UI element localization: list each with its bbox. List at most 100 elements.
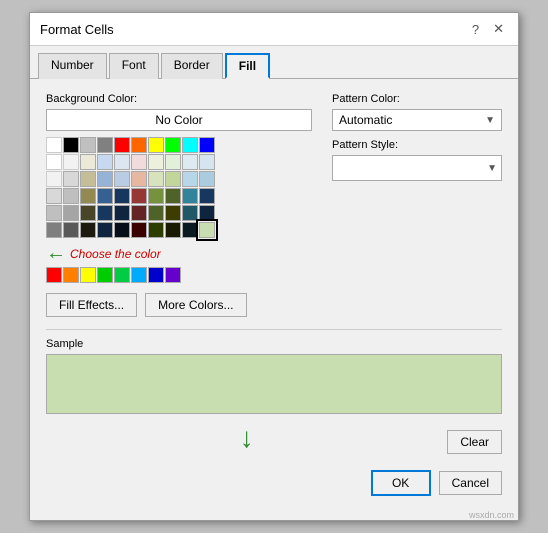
color-cell[interactable] (80, 154, 96, 170)
more-colors-button[interactable]: More Colors... (145, 293, 246, 317)
color-cell[interactable] (182, 188, 198, 204)
format-cells-dialog: Format Cells ? ✕ Number Font Border Fill… (29, 12, 519, 521)
color-cell[interactable] (182, 205, 198, 221)
color-white[interactable] (46, 137, 62, 153)
color-cell[interactable] (97, 205, 113, 221)
color-cell[interactable] (131, 171, 147, 187)
cancel-button[interactable]: Cancel (439, 471, 502, 495)
help-button[interactable]: ? (468, 20, 483, 39)
no-color-button[interactable]: No Color (46, 109, 312, 131)
divider (46, 329, 502, 330)
color-bright-blue[interactable] (148, 267, 164, 283)
color-grid (46, 137, 312, 238)
color-cell[interactable] (46, 205, 62, 221)
color-green[interactable] (165, 137, 181, 153)
close-button[interactable]: ✕ (489, 19, 508, 39)
color-yellow[interactable] (148, 137, 164, 153)
color-cyan[interactable] (182, 137, 198, 153)
color-cell[interactable] (114, 188, 130, 204)
color-selected[interactable] (199, 222, 215, 238)
color-cell[interactable] (63, 154, 79, 170)
fill-effects-button[interactable]: Fill Effects... (46, 293, 137, 317)
color-cell[interactable] (182, 171, 198, 187)
color-blue[interactable] (199, 137, 215, 153)
color-cell[interactable] (165, 171, 181, 187)
color-cell[interactable] (80, 222, 96, 238)
color-bright-orange[interactable] (63, 267, 79, 283)
color-cell[interactable] (148, 171, 164, 187)
watermark: wsxdn.com (30, 510, 518, 520)
color-cell[interactable] (199, 205, 215, 221)
color-cell[interactable] (148, 188, 164, 204)
color-bright-teal[interactable] (114, 267, 130, 283)
pattern-style-arrow-icon: ▼ (487, 163, 497, 174)
color-cell[interactable] (165, 188, 181, 204)
color-orange[interactable] (131, 137, 147, 153)
color-cell[interactable] (114, 154, 130, 170)
color-cell[interactable] (46, 188, 62, 204)
pattern-color-dropdown[interactable]: Automatic ▼ (332, 109, 502, 131)
color-cell[interactable] (63, 188, 79, 204)
color-bright-purple[interactable] (165, 267, 181, 283)
color-cell[interactable] (114, 171, 130, 187)
color-cell[interactable] (199, 171, 215, 187)
pattern-style-dropdown[interactable]: ▼ (332, 155, 502, 181)
color-cell[interactable] (97, 188, 113, 204)
color-cell[interactable] (80, 171, 96, 187)
tab-number[interactable]: Number (38, 53, 107, 79)
color-bright-red[interactable] (46, 267, 62, 283)
dialog-footer: OK Cancel (30, 464, 518, 508)
dialog-title: Format Cells (40, 22, 114, 37)
color-cell[interactable] (148, 222, 164, 238)
color-cell[interactable] (199, 154, 215, 170)
color-cell[interactable] (165, 205, 181, 221)
color-cell[interactable] (182, 154, 198, 170)
color-cell[interactable] (46, 222, 62, 238)
color-red[interactable] (114, 137, 130, 153)
color-cell[interactable] (63, 222, 79, 238)
color-cell[interactable] (131, 188, 147, 204)
tab-border[interactable]: Border (161, 53, 223, 79)
color-row-3 (46, 171, 312, 187)
bright-color-row (46, 267, 312, 283)
color-cell[interactable] (46, 171, 62, 187)
pattern-color-label: Pattern Color: (332, 93, 502, 105)
sample-label: Sample (46, 338, 502, 350)
color-gray1[interactable] (80, 137, 96, 153)
color-bright-green[interactable] (97, 267, 113, 283)
color-cell[interactable] (148, 205, 164, 221)
ok-button[interactable]: OK (371, 470, 431, 496)
tab-font[interactable]: Font (109, 53, 159, 79)
color-cell[interactable] (165, 154, 181, 170)
color-cell[interactable] (114, 205, 130, 221)
color-cell[interactable] (165, 222, 181, 238)
color-cell[interactable] (97, 171, 113, 187)
down-arrow-icon: ↓ (240, 424, 254, 452)
color-row-1 (46, 137, 312, 153)
color-black[interactable] (63, 137, 79, 153)
color-cell[interactable] (97, 154, 113, 170)
sample-bottom: ↓ Clear (46, 424, 502, 454)
color-cell[interactable] (131, 222, 147, 238)
color-cell[interactable] (131, 205, 147, 221)
sample-preview (46, 354, 502, 414)
tab-fill[interactable]: Fill (225, 53, 270, 79)
color-cell[interactable] (97, 222, 113, 238)
right-column: Pattern Color: Automatic ▼ Pattern Style… (332, 93, 502, 317)
color-cell[interactable] (80, 205, 96, 221)
color-cell[interactable] (148, 154, 164, 170)
title-bar: Format Cells ? ✕ (30, 13, 518, 46)
color-cell[interactable] (182, 222, 198, 238)
color-cell[interactable] (114, 222, 130, 238)
color-cell[interactable] (80, 188, 96, 204)
color-cell[interactable] (131, 154, 147, 170)
color-cell[interactable] (63, 205, 79, 221)
color-gray2[interactable] (97, 137, 113, 153)
clear-button[interactable]: Clear (447, 430, 502, 454)
color-cell[interactable] (199, 188, 215, 204)
color-cell[interactable] (46, 154, 62, 170)
color-cell[interactable] (63, 171, 79, 187)
color-bright-lightblue[interactable] (131, 267, 147, 283)
fill-columns: Background Color: No Color (46, 93, 502, 317)
color-bright-yellow[interactable] (80, 267, 96, 283)
